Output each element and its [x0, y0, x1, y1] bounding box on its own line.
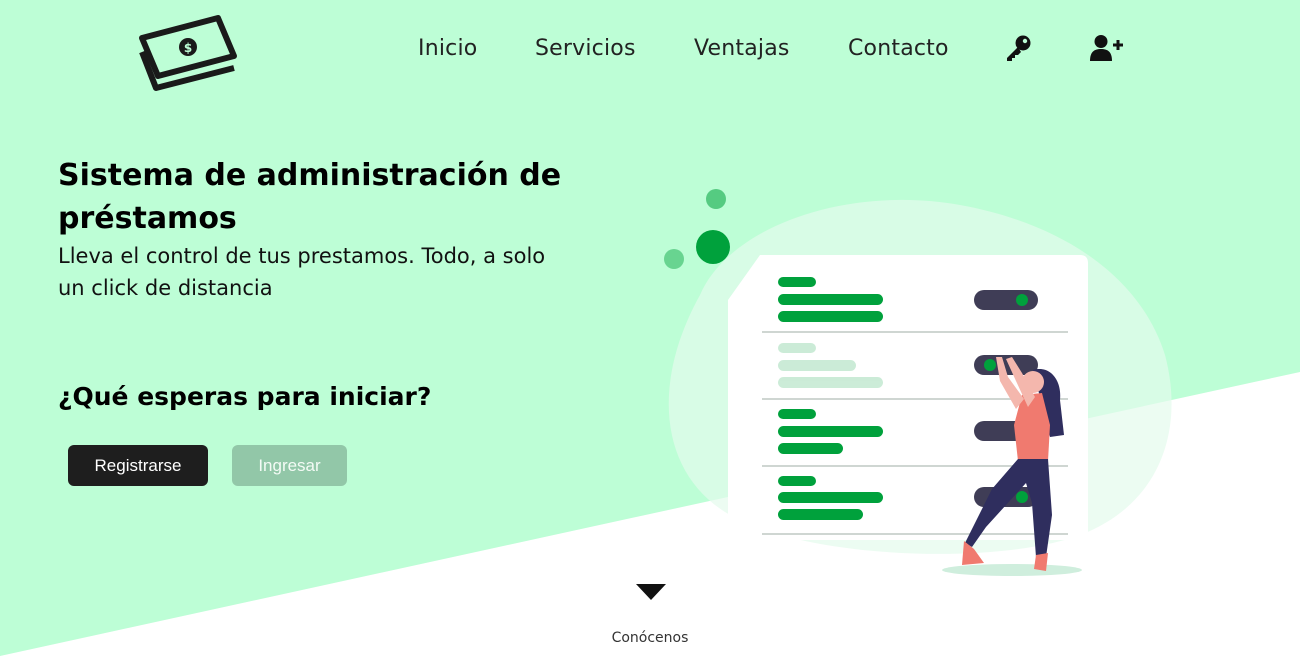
- know-us-link[interactable]: Conócenos: [0, 630, 1300, 646]
- register-button[interactable]: Registrarse: [68, 445, 208, 486]
- nav-inicio[interactable]: Inicio: [418, 36, 477, 61]
- login-button[interactable]: Ingresar: [232, 445, 347, 486]
- cta-heading: ¿Qué esperas para iniciar?: [58, 382, 432, 411]
- main-nav: Inicio Servicios Ventajas Contacto: [0, 34, 1300, 70]
- hero-subtitle: Lleva el control de tus prestamos. Todo,…: [58, 244, 546, 300]
- nav-servicios[interactable]: Servicios: [535, 36, 636, 61]
- nav-ventajas[interactable]: Ventajas: [694, 36, 790, 61]
- nav-contacto[interactable]: Contacto: [848, 36, 949, 61]
- triangle-down-icon[interactable]: [636, 584, 666, 600]
- page-title: Sistema de administración de préstamos: [58, 158, 562, 236]
- user-plus-icon[interactable]: [1090, 34, 1124, 62]
- key-icon[interactable]: [1004, 34, 1032, 62]
- loan-list-illustration: [664, 189, 1172, 576]
